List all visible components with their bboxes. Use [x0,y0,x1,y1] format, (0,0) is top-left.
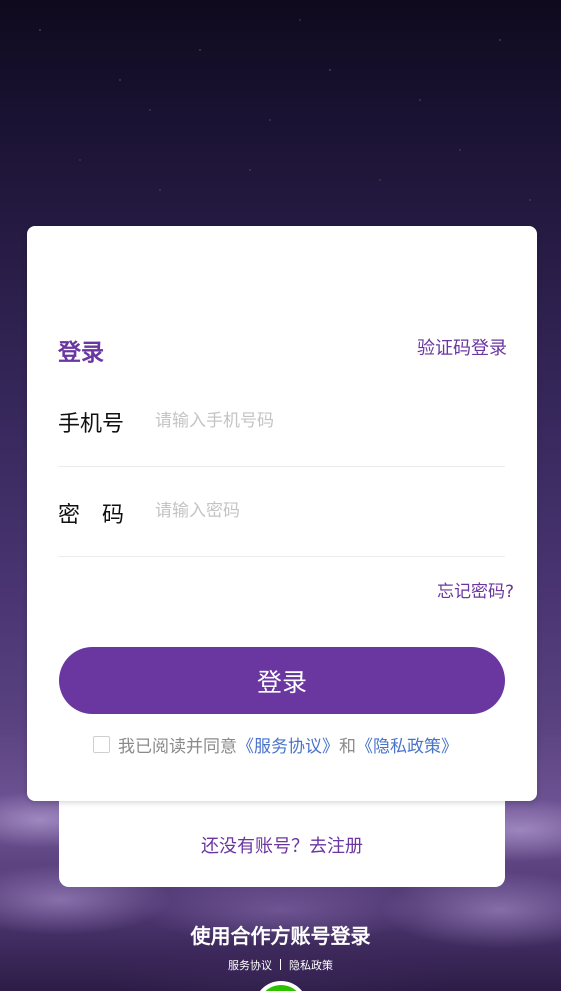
footer-links: 服务协议 隐私政策 [0,957,561,973]
forgot-password-link[interactable]: 忘记密码? [437,577,514,602]
login-title: 登录 [58,340,104,366]
password-divider [58,556,505,557]
password-label: 密 码 [58,503,125,528]
privacy-policy-link[interactable]: 《隐私政策》 [356,732,458,757]
agree-checkbox[interactable] [93,736,110,753]
footer-service-link[interactable]: 服务协议 [228,959,272,972]
phone-label: 手机号 [58,412,125,437]
agreement-and: 和 [339,737,356,757]
password-input[interactable] [155,495,495,527]
phone-divider [58,466,505,467]
phone-input[interactable] [155,405,495,437]
login-button[interactable]: 登录 [59,647,505,714]
partner-login-title: 使用合作方账号登录 [190,924,371,948]
wechat-icon-fill [258,985,304,991]
footer-separator [280,959,281,970]
code-login-link[interactable]: 验证码登录 [417,334,507,360]
agreement-row: 我已阅读并同意 《服务协议》 和 《隐私政策》 [93,732,458,757]
agreement-prefix: 我已阅读并同意 [118,737,237,757]
starfield-background [0,0,561,260]
service-agreement-link[interactable]: 《服务协议》 [237,732,339,757]
footer-privacy-link[interactable]: 隐私政策 [289,959,333,972]
register-link[interactable]: 还没有账号？去注册 [59,832,505,858]
